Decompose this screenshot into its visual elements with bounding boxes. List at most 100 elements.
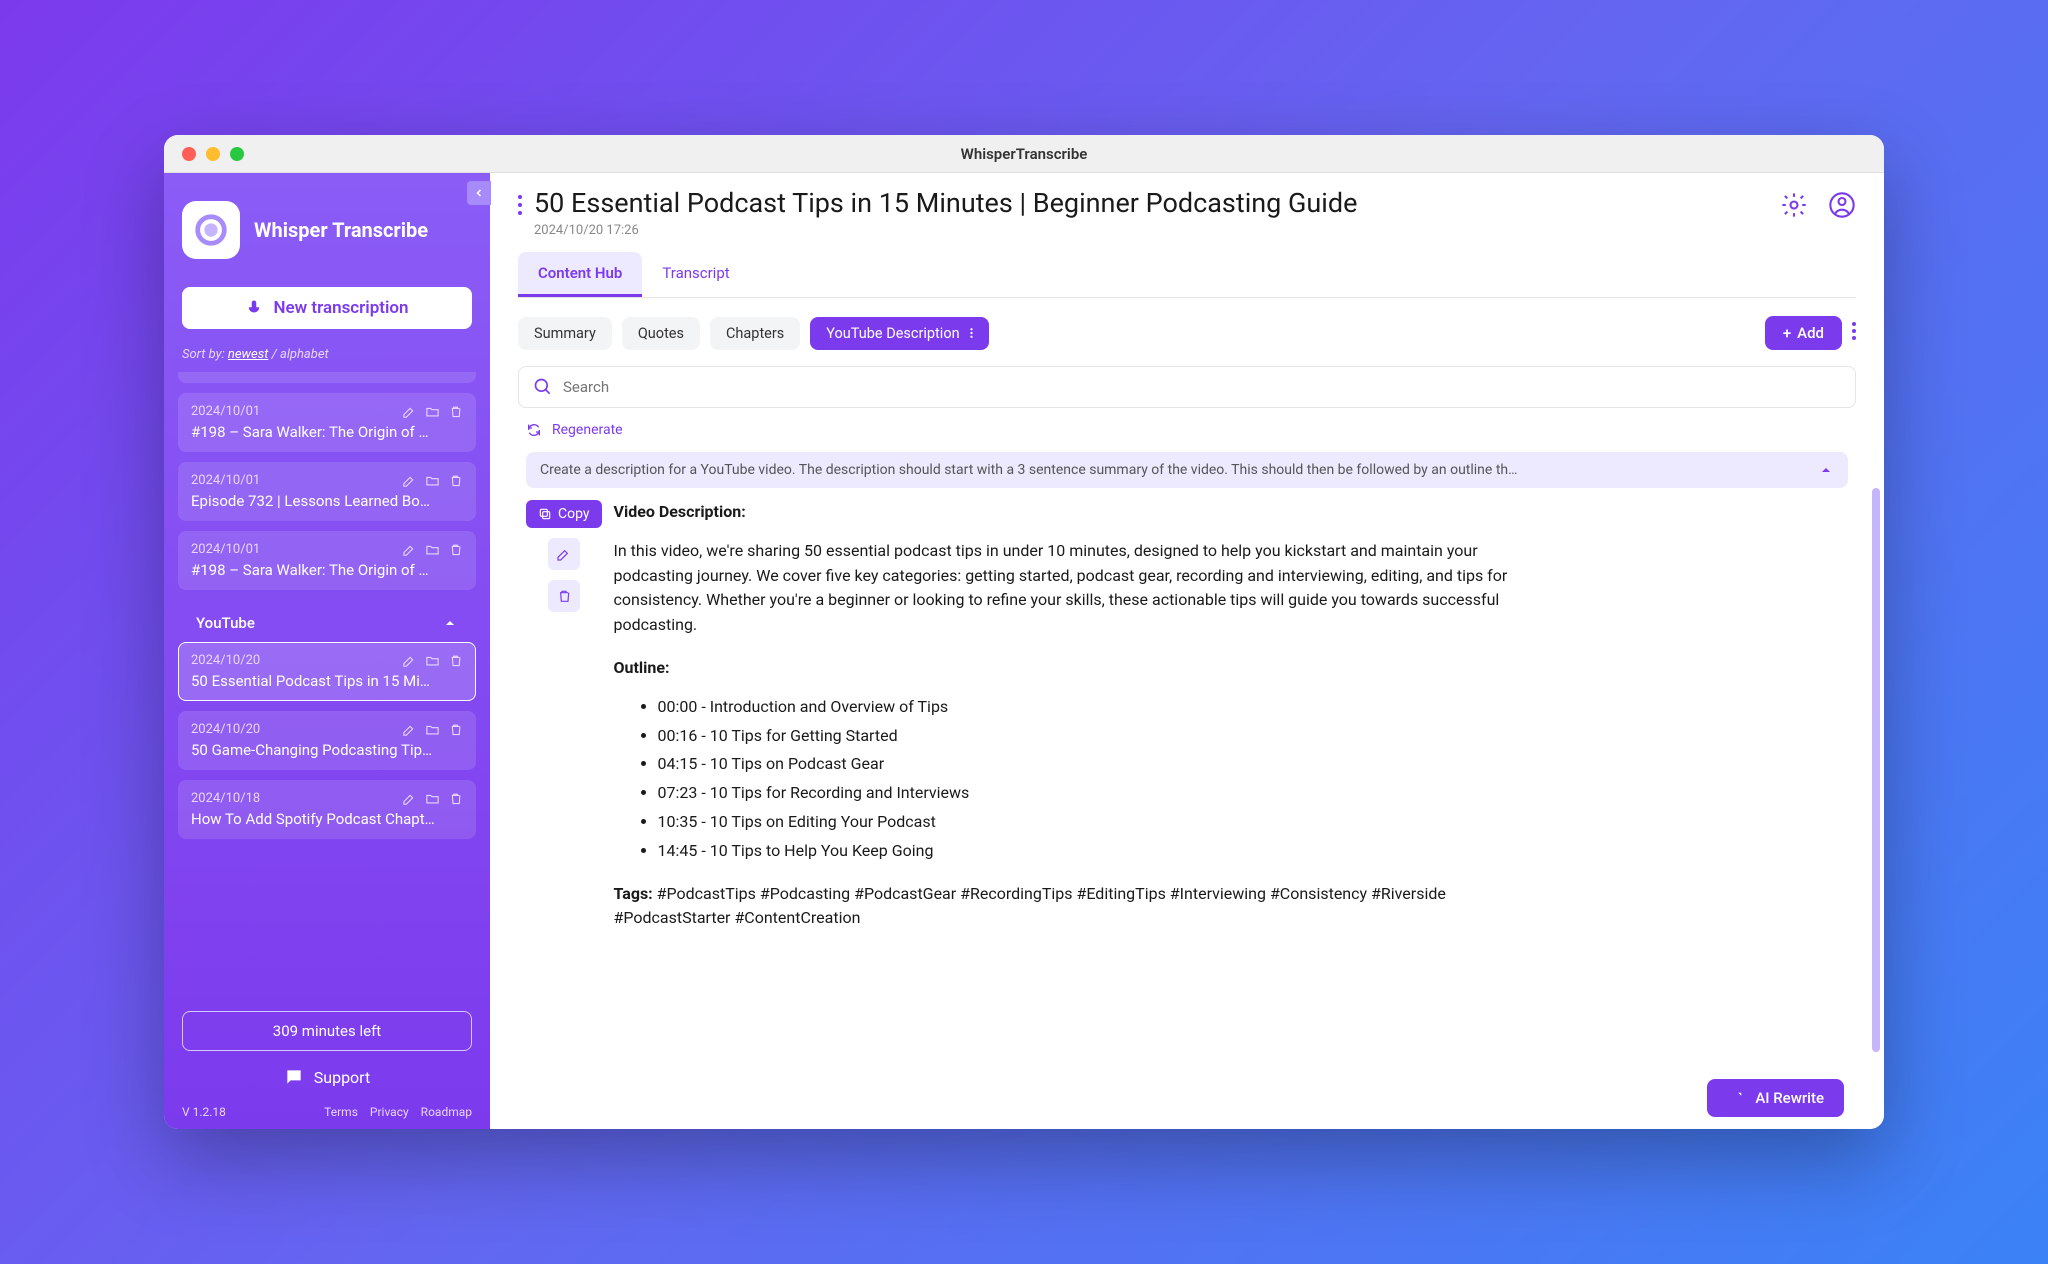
sidebar: Whisper Transcribe New transcription Sor…: [164, 173, 490, 1129]
item-date: 2024/10/01: [191, 473, 260, 488]
support-label: Support: [314, 1068, 370, 1087]
regenerate-button[interactable]: Regenerate: [490, 408, 1884, 438]
terms-link[interactable]: Terms: [324, 1105, 358, 1119]
close-window-button[interactable]: [182, 147, 196, 161]
document-body: Video Description: In this video, we're …: [614, 500, 1848, 1129]
minutes-left-pill[interactable]: 309 minutes left: [182, 1011, 472, 1051]
edit-button[interactable]: [548, 538, 580, 570]
tab-transcript[interactable]: Transcript: [642, 252, 749, 297]
chip-summary[interactable]: Summary: [518, 317, 612, 350]
main-panel: 50 Essential Podcast Tips in 15 Minutes …: [490, 173, 1884, 1129]
item-title: #198 – Sara Walker: The Origin of …: [191, 423, 463, 441]
outline-item: 00:00 - Introduction and Overview of Tip…: [658, 695, 1848, 720]
action-column: Copy: [526, 500, 602, 1129]
refresh-icon: [526, 422, 542, 438]
item-title: How To Add Spotify Podcast Chapt…: [191, 810, 463, 828]
chips-more-button[interactable]: [1852, 322, 1856, 344]
new-transcription-button[interactable]: New transcription: [182, 287, 472, 329]
list-item[interactable]: 2024/10/18 How To Add Spotify Podcast Ch…: [178, 780, 476, 839]
item-title: #198 – Sara Walker: The Origin of …: [191, 561, 463, 579]
maximize-window-button[interactable]: [230, 147, 244, 161]
item-date: 2024/10/20: [191, 653, 260, 668]
item-title: 50 Essential Podcast Tips in 15 Mi…: [191, 672, 463, 690]
window-title: WhisperTranscribe: [961, 145, 1088, 163]
document-menu-button[interactable]: [518, 187, 522, 219]
app-body: Whisper Transcribe New transcription Sor…: [164, 173, 1884, 1129]
list-item[interactable]: 2024/10/01 Episode 732 | Lessons Learned…: [178, 462, 476, 521]
item-date: 2024/10/18: [191, 791, 260, 806]
titlebar: WhisperTranscribe: [164, 135, 1884, 173]
gear-icon[interactable]: [1780, 191, 1808, 219]
list-item[interactable]: [178, 372, 476, 383]
edit-icon[interactable]: [402, 542, 417, 557]
outline-item: 10:35 - 10 Tips on Editing Your Podcast: [658, 810, 1848, 835]
ai-rewrite-label: AI Rewrite: [1755, 1089, 1824, 1107]
new-transcription-label: New transcription: [273, 298, 408, 318]
trash-icon: [556, 588, 572, 604]
trash-icon[interactable]: [448, 473, 463, 488]
chip-quotes[interactable]: Quotes: [622, 317, 700, 350]
main-tabs: Content Hub Transcript: [518, 252, 1856, 298]
kebab-icon: [1852, 322, 1856, 340]
copy-button[interactable]: Copy: [526, 500, 602, 528]
collapse-sidebar-button[interactable]: [467, 181, 491, 205]
list-item[interactable]: 2024/10/01 #198 – Sara Walker: The Origi…: [178, 393, 476, 452]
folder-icon[interactable]: [425, 653, 440, 668]
edit-icon[interactable]: [402, 473, 417, 488]
copy-label: Copy: [558, 506, 590, 522]
section-youtube-header[interactable]: YouTube: [178, 600, 476, 642]
privacy-link[interactable]: Privacy: [370, 1105, 409, 1119]
chip-youtube-description[interactable]: YouTube Description: [810, 317, 988, 350]
folder-icon[interactable]: [425, 722, 440, 737]
trash-icon[interactable]: [448, 542, 463, 557]
chevron-left-icon: [473, 187, 485, 199]
trash-icon[interactable]: [448, 791, 463, 806]
list-item[interactable]: 2024/10/01 #198 – Sara Walker: The Origi…: [178, 531, 476, 590]
add-button[interactable]: + Add: [1765, 316, 1842, 350]
trash-icon[interactable]: [448, 722, 463, 737]
edit-icon[interactable]: [402, 722, 417, 737]
list-item[interactable]: 2024/10/20 50 Game-Changing Podcasting T…: [178, 711, 476, 770]
folder-icon[interactable]: [425, 473, 440, 488]
user-icon[interactable]: [1828, 191, 1856, 219]
edit-icon[interactable]: [402, 653, 417, 668]
chip-chapters[interactable]: Chapters: [710, 317, 800, 350]
search-bar[interactable]: [518, 366, 1856, 408]
transcription-list: 2024/10/01 #198 – Sara Walker: The Origi…: [164, 372, 490, 997]
folder-icon[interactable]: [425, 404, 440, 419]
delete-button[interactable]: [548, 580, 580, 612]
outline-item: 00:16 - 10 Tips for Getting Started: [658, 724, 1848, 749]
wand-icon: [1727, 1089, 1745, 1107]
main-header: 50 Essential Podcast Tips in 15 Minutes …: [490, 173, 1884, 238]
edit-icon[interactable]: [402, 791, 417, 806]
prompt-text: Create a description for a YouTube video…: [540, 462, 1808, 478]
tab-content-hub[interactable]: Content Hub: [518, 252, 642, 297]
search-input[interactable]: [563, 378, 1841, 396]
list-item[interactable]: 2024/10/20 50 Essential Podcast Tips in …: [178, 642, 476, 701]
edit-icon[interactable]: [402, 404, 417, 419]
minutes-left-label: 309 minutes left: [273, 1022, 381, 1040]
support-button[interactable]: Support: [182, 1067, 472, 1087]
description-heading: Video Description:: [614, 500, 1848, 525]
search-icon: [533, 377, 553, 397]
outline-item: 14:45 - 10 Tips to Help You Keep Going: [658, 839, 1848, 864]
scrollbar[interactable]: [1872, 488, 1880, 1052]
sort-newest[interactable]: newest: [228, 347, 268, 362]
trash-icon[interactable]: [448, 404, 463, 419]
sidebar-footer: V 1.2.18 Terms Privacy Roadmap: [182, 1105, 472, 1119]
minimize-window-button[interactable]: [206, 147, 220, 161]
folder-icon[interactable]: [425, 542, 440, 557]
kebab-icon: [970, 326, 973, 340]
chip-youtube-label: YouTube Description: [826, 325, 959, 342]
roadmap-link[interactable]: Roadmap: [421, 1105, 472, 1119]
folder-icon[interactable]: [425, 791, 440, 806]
tags-paragraph: Tags: #PodcastTips #Podcasting #PodcastG…: [614, 882, 1534, 932]
ai-rewrite-button[interactable]: AI Rewrite: [1707, 1079, 1844, 1117]
plus-icon: +: [1783, 324, 1791, 342]
item-date: 2024/10/01: [191, 404, 260, 419]
prompt-banner[interactable]: Create a description for a YouTube video…: [526, 452, 1848, 488]
sort-alphabet[interactable]: alphabet: [280, 347, 329, 362]
item-date: 2024/10/20: [191, 722, 260, 737]
trash-icon[interactable]: [448, 653, 463, 668]
edit-icon: [556, 546, 572, 562]
